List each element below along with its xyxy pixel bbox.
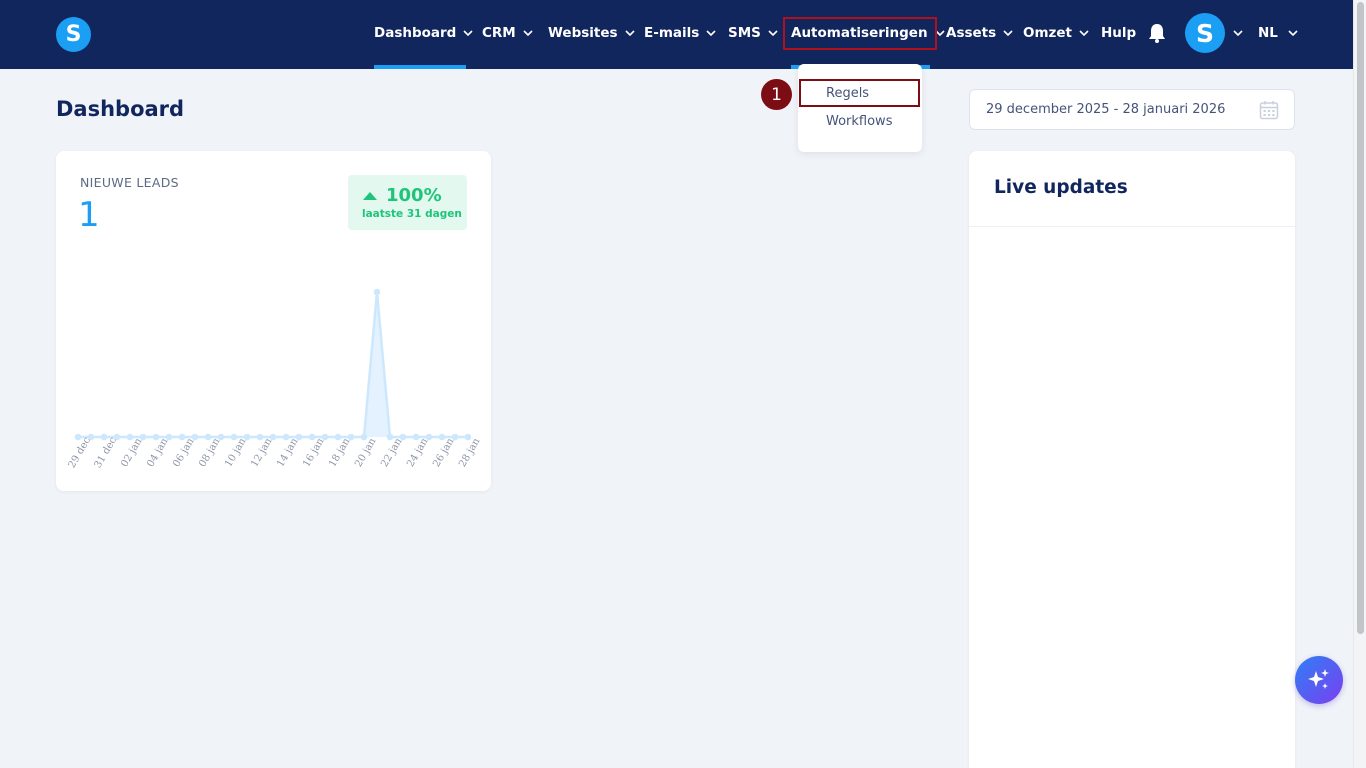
step-number-badge: 1: [761, 79, 792, 110]
nav-label-sms: SMS: [728, 24, 761, 41]
x-tick-label: 14 jan: [275, 436, 301, 469]
date-range-value: 29 december 2025 - 28 januari 2026: [986, 102, 1226, 117]
nav-active-indicator: [374, 65, 466, 69]
scrollbar-thumb[interactable]: [1357, 2, 1364, 634]
x-tick-label: 20 jan: [353, 436, 379, 469]
nav-label-emails: E-mails: [644, 24, 700, 41]
automatiseringen-dropdown: Regels Workflows: [798, 64, 922, 152]
nav-item-hulp[interactable]: Hulp: [1101, 0, 1136, 65]
nav-label-omzet: Omzet: [1023, 24, 1073, 41]
x-tick-label: 29 dec: [67, 435, 94, 470]
chart-point[interactable]: [373, 288, 381, 296]
live-updates-card: Live updates: [969, 151, 1295, 768]
x-tick-label: 22 jan: [379, 436, 405, 469]
calendar-icon: [1259, 101, 1279, 120]
app-logo-letter: S: [65, 22, 82, 47]
chart-point[interactable]: [295, 433, 303, 441]
leads-line-chart: 29 dec 31 dec 02 jan 04 jan 06 jan 08 jan 10 j…: [67, 288, 483, 470]
page-scrollbar[interactable]: [1353, 0, 1366, 768]
chevron-down-icon: [463, 29, 473, 36]
chart-point[interactable]: [217, 433, 225, 441]
nav-item-omzet[interactable]: Omzet: [1023, 0, 1090, 65]
chart-point[interactable]: [269, 433, 277, 441]
page-title: Dashboard: [56, 97, 185, 121]
top-navigation-bar: S Dashboard CRM Websites E-mails SMS Aut…: [0, 0, 1366, 69]
nav-label-dashboard: Dashboard: [374, 24, 457, 41]
chevron-down-icon: [1003, 29, 1013, 36]
chevron-down-icon: [1079, 29, 1089, 36]
app-logo[interactable]: S: [56, 17, 91, 52]
nav-item-dashboard[interactable]: Dashboard: [374, 0, 474, 65]
ai-assistant-button[interactable]: [1295, 656, 1343, 704]
user-avatar[interactable]: S: [1185, 13, 1225, 53]
x-tick-label: 28 jan: [457, 436, 483, 469]
bell-icon[interactable]: [1147, 22, 1167, 44]
nav-label-websites: Websites: [548, 24, 618, 41]
dropdown-highlight-box: [799, 79, 920, 107]
nav-label-hulp: Hulp: [1101, 24, 1137, 41]
date-range-picker[interactable]: 29 december 2025 - 28 januari 2026: [969, 89, 1295, 130]
chevron-down-icon[interactable]: [1232, 29, 1244, 37]
nav-label-crm: CRM: [482, 24, 516, 41]
chart-series-line: [78, 291, 468, 439]
language-selector[interactable]: NL: [1258, 0, 1299, 65]
nav-item-crm[interactable]: CRM: [482, 0, 534, 65]
chart-point[interactable]: [399, 433, 407, 441]
chevron-down-icon: [1288, 29, 1298, 36]
x-tick-label: 02 jan: [119, 436, 145, 469]
nav-highlight-box: [783, 17, 937, 50]
chevron-down-icon: [624, 29, 635, 36]
chevron-down-icon: [706, 29, 716, 36]
nav-item-assets[interactable]: Assets: [946, 0, 1014, 65]
nav-item-emails[interactable]: E-mails: [644, 0, 717, 65]
x-tick-label: 16 jan: [301, 436, 327, 469]
chart-point[interactable]: [321, 433, 329, 441]
x-tick-label: 10 jan: [223, 436, 249, 469]
chart-area: [78, 292, 468, 437]
nav-label-assets: Assets: [946, 24, 997, 41]
x-tick-label: 04 jan: [145, 436, 171, 469]
x-tick-label: 26 jan: [431, 436, 457, 469]
x-tick-label: 24 jan: [405, 436, 431, 469]
x-tick-label: 12 jan: [249, 436, 275, 469]
x-tick-label: 18 jan: [327, 436, 353, 469]
x-tick-label: 31 dec: [93, 435, 120, 470]
chart-point[interactable]: [347, 433, 355, 441]
sparkles-icon: [1308, 669, 1329, 689]
chart-point[interactable]: [139, 433, 147, 441]
avatar-letter: S: [1195, 18, 1214, 48]
live-updates-divider: [969, 226, 1295, 227]
language-label: NL: [1258, 24, 1278, 41]
x-tick-label: 08 jan: [197, 436, 223, 469]
chart-point[interactable]: [451, 433, 459, 441]
chart-point[interactable]: [425, 433, 433, 441]
chevron-down-icon: [523, 29, 533, 36]
live-updates-title: Live updates: [994, 177, 1128, 198]
chevron-down-icon: [768, 29, 778, 36]
chart-point[interactable]: [191, 433, 199, 441]
new-leads-card: NIEUWE LEADS 1 100% laatste 31 dagen 29 …: [56, 151, 491, 491]
nav-item-websites[interactable]: Websites: [548, 0, 636, 65]
dropdown-item-workflows[interactable]: Workflows: [826, 114, 892, 129]
nav-item-sms[interactable]: SMS: [728, 0, 779, 65]
chart-point[interactable]: [165, 433, 173, 441]
x-tick-label: 06 jan: [171, 436, 197, 469]
chart-point[interactable]: [243, 433, 251, 441]
